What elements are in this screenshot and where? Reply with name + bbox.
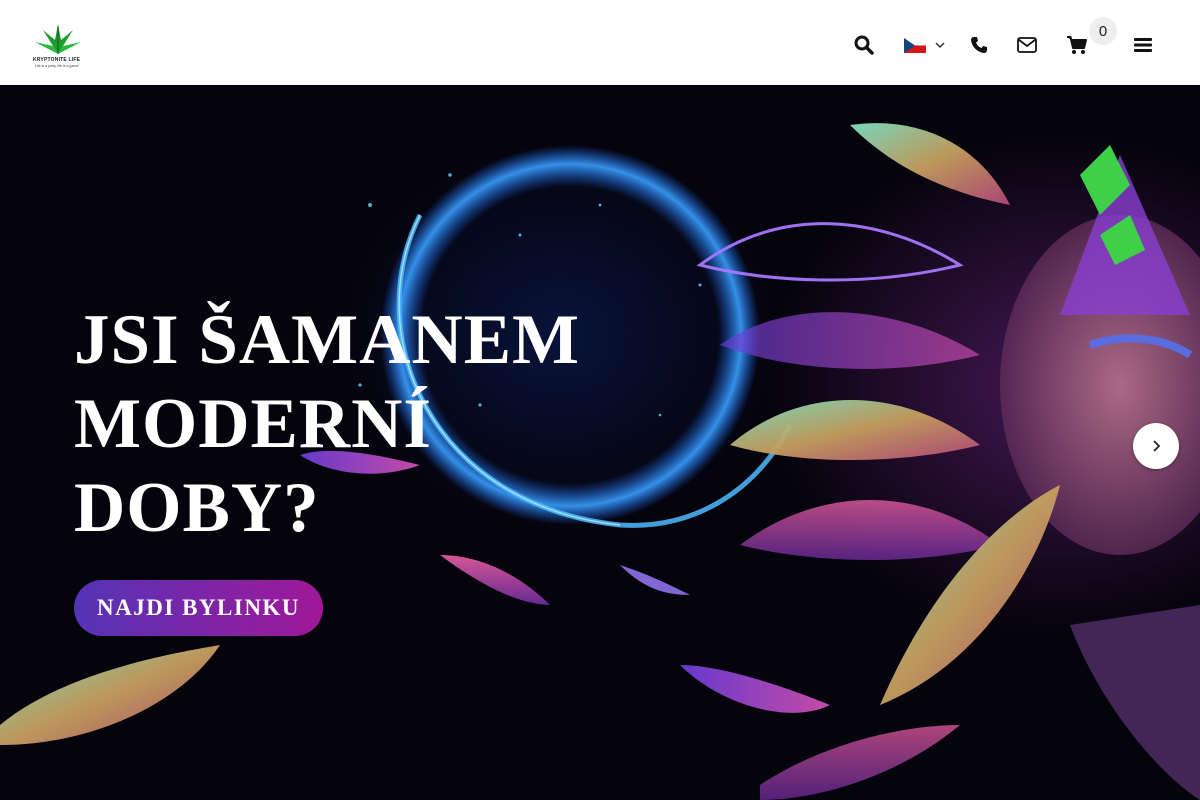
phone-button[interactable] — [962, 28, 996, 62]
phone-icon — [971, 37, 987, 53]
menu-icon — [1134, 38, 1152, 52]
logo-tagline: Life is a party, life is a game! — [35, 64, 80, 68]
search-button[interactable] — [847, 28, 881, 62]
slider-next-button[interactable] — [1133, 423, 1179, 469]
find-herb-button[interactable]: NAJDI BYLINKU — [74, 580, 323, 636]
site-header: KRYPTONITE LIFE Life is a party, life is… — [0, 0, 1200, 85]
logo-text: KRYPTONITE LIFE — [33, 57, 81, 63]
cart-count-badge: 0 — [1089, 17, 1117, 45]
hero-title-line-2: MODERNÍ — [74, 385, 433, 463]
search-icon — [854, 35, 874, 55]
email-button[interactable] — [1010, 28, 1044, 62]
language-selector[interactable] — [904, 34, 950, 56]
hero-title: JSI ŠAMANEM MODERNÍ DOBY? — [74, 298, 634, 550]
flag-cz-icon — [904, 37, 926, 53]
chevron-right-icon — [1153, 440, 1161, 452]
leaf-logo-icon — [35, 24, 81, 54]
hero-title-line-3: DOBY? — [74, 469, 320, 547]
cart-icon — [1067, 36, 1087, 54]
hero-title-line-1: JSI ŠAMANEM — [74, 301, 581, 379]
hero-banner: JSI ŠAMANEM MODERNÍ DOBY? NAJDI BYLINKU — [0, 85, 1200, 800]
chevron-down-icon — [935, 42, 945, 49]
menu-button[interactable] — [1126, 28, 1160, 62]
envelope-icon — [1017, 37, 1037, 53]
